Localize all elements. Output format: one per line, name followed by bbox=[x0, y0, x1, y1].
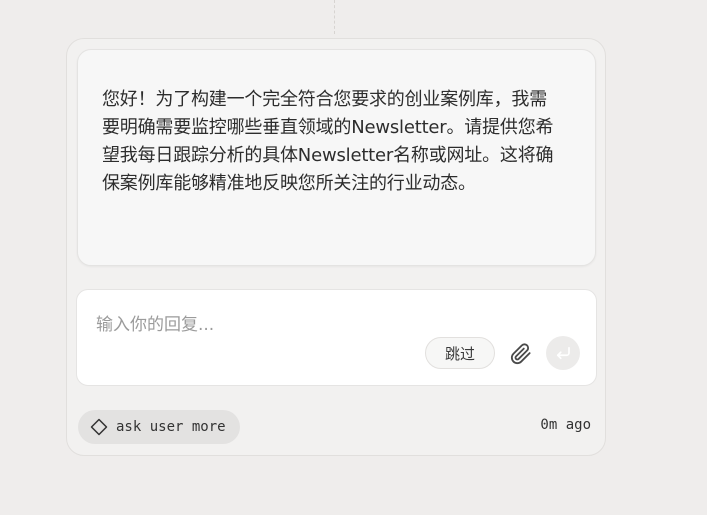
message-text: 您好！为了构建一个完全符合您要求的创业案例库，我需要明确需要监控哪些垂直领域的N… bbox=[102, 89, 554, 194]
send-button[interactable] bbox=[546, 336, 580, 370]
tool-label: ask user more bbox=[116, 419, 226, 435]
assistant-message: 您好！为了构建一个完全符合您要求的创业案例库，我需要明确需要监控哪些垂直领域的N… bbox=[77, 49, 596, 266]
ask-user-card: 您好！为了构建一个完全符合您要求的创业案例库，我需要明确需要监控哪些垂直领域的N… bbox=[66, 38, 606, 456]
skip-button[interactable]: 跳过 bbox=[425, 337, 495, 369]
enter-arrow-icon bbox=[556, 346, 570, 360]
timestamp: 0m ago bbox=[540, 417, 591, 433]
tool-badge: ask user more bbox=[78, 410, 240, 444]
diamond-icon bbox=[90, 418, 108, 436]
reply-composer: 跳过 bbox=[76, 289, 597, 386]
paperclip-icon[interactable] bbox=[507, 340, 535, 368]
connector-line bbox=[334, 0, 335, 34]
reply-input[interactable] bbox=[96, 310, 566, 340]
